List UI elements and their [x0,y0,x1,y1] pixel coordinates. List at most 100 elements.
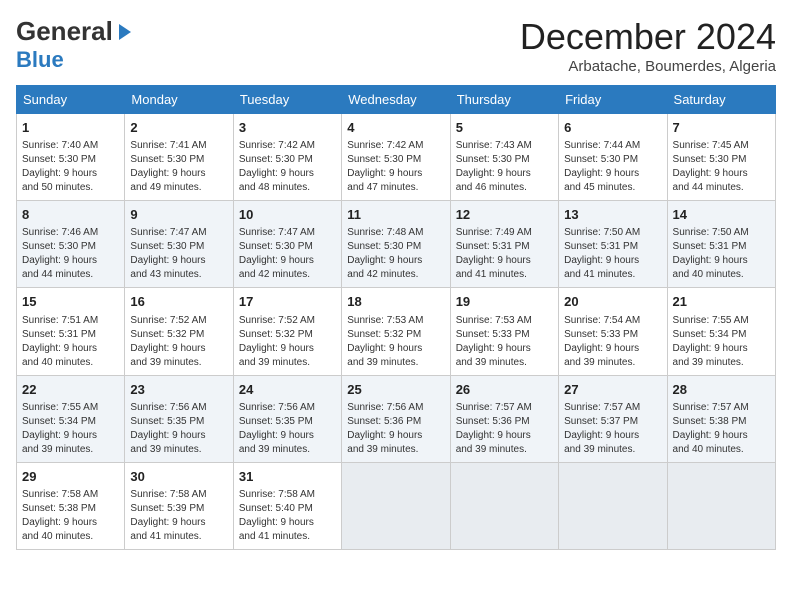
day-info: Sunrise: 7:58 AM Sunset: 5:38 PM Dayligh… [22,488,119,544]
day-info: Sunrise: 7:47 AM Sunset: 5:30 PM Dayligh… [239,226,336,282]
day-number: 25 [347,381,444,399]
day-info: Sunrise: 7:42 AM Sunset: 5:30 PM Dayligh… [239,139,336,195]
day-number: 18 [347,293,444,311]
calendar-cell: 30Sunrise: 7:58 AM Sunset: 5:39 PM Dayli… [125,462,233,549]
day-info: Sunrise: 7:57 AM Sunset: 5:38 PM Dayligh… [673,401,770,457]
calendar-cell: 5Sunrise: 7:43 AM Sunset: 5:30 PM Daylig… [450,114,558,201]
day-number: 12 [456,206,553,224]
calendar-cell [559,462,667,549]
calendar-cell: 21 Sunrise: 7:55 AM Sunset: 5:34 PM Dayli… [667,288,775,375]
day-number: 21 [673,293,770,311]
day-number: 27 [564,381,661,399]
day-info: Sunrise: 7:40 AM Sunset: 5:30 PM Dayligh… [22,139,119,195]
calendar-cell: 28Sunrise: 7:57 AM Sunset: 5:38 PM Dayli… [667,375,775,462]
calendar-week-row: 29 Sunrise: 7:58 AM Sunset: 5:38 PM Dayli… [17,462,776,549]
calendar-cell: 2 Sunrise: 7:41 AM Sunset: 5:30 PM Daylig… [125,114,233,201]
calendar-cell: 7 Sunrise: 7:45 AM Sunset: 5:30 PM Daylig… [667,114,775,201]
day-info: Sunrise: 7:56 AM Sunset: 5:36 PM Dayligh… [347,401,444,457]
day-info: Sunrise: 7:55 AM Sunset: 5:34 PM Dayligh… [673,314,770,370]
day-number: 1 [22,119,119,137]
day-number: 30 [130,468,227,486]
day-number: 13 [564,206,661,224]
day-info: Sunrise: 7:53 AM Sunset: 5:33 PM Dayligh… [456,314,553,370]
day-info: Sunrise: 7:48 AM Sunset: 5:30 PM Dayligh… [347,226,444,282]
calendar-cell: 1 Sunrise: 7:40 AM Sunset: 5:30 PM Daylig… [17,114,125,201]
calendar-week-row: 22 Sunrise: 7:55 AM Sunset: 5:34 PM Dayli… [17,375,776,462]
day-info: Sunrise: 7:55 AM Sunset: 5:34 PM Dayligh… [22,401,119,457]
column-header-friday: Friday [559,86,667,114]
calendar-cell: 16 Sunrise: 7:52 AM Sunset: 5:32 PM Dayli… [125,288,233,375]
calendar-cell: 4 Sunrise: 7:42 AM Sunset: 5:30 PM Daylig… [342,114,450,201]
day-number: 26 [456,381,553,399]
column-header-monday: Monday [125,86,233,114]
day-number: 9 [130,206,227,224]
calendar-week-row: 15 Sunrise: 7:51 AM Sunset: 5:31 PM Dayli… [17,288,776,375]
calendar-cell: 23 Sunrise: 7:56 AM Sunset: 5:35 PM Dayli… [125,375,233,462]
calendar-cell: 9 Sunrise: 7:47 AM Sunset: 5:30 PM Daylig… [125,201,233,288]
calendar-cell: 8Sunrise: 7:46 AM Sunset: 5:30 PM Daylig… [17,201,125,288]
day-number: 3 [239,119,336,137]
calendar-cell: 18Sunrise: 7:53 AM Sunset: 5:32 PM Dayli… [342,288,450,375]
calendar-cell: 10 Sunrise: 7:47 AM Sunset: 5:30 PM Dayli… [233,201,341,288]
calendar-cell: 14 Sunrise: 7:50 AM Sunset: 5:31 PM Dayli… [667,201,775,288]
calendar-cell: 6Sunrise: 7:44 AM Sunset: 5:30 PM Daylig… [559,114,667,201]
day-info: Sunrise: 7:51 AM Sunset: 5:31 PM Dayligh… [22,314,119,370]
calendar-table: SundayMondayTuesdayWednesdayThursdayFrid… [16,85,776,550]
day-info: Sunrise: 7:50 AM Sunset: 5:31 PM Dayligh… [564,226,661,282]
day-number: 10 [239,206,336,224]
calendar-cell: 27Sunrise: 7:57 AM Sunset: 5:37 PM Dayli… [559,375,667,462]
day-info: Sunrise: 7:44 AM Sunset: 5:30 PM Dayligh… [564,139,661,195]
calendar-week-row: 1 Sunrise: 7:40 AM Sunset: 5:30 PM Daylig… [17,114,776,201]
day-number: 29 [22,468,119,486]
calendar-cell: 17Sunrise: 7:52 AM Sunset: 5:32 PM Dayli… [233,288,341,375]
day-info: Sunrise: 7:46 AM Sunset: 5:30 PM Dayligh… [22,226,119,282]
calendar-cell [342,462,450,549]
calendar-header-row: SundayMondayTuesdayWednesdayThursdayFrid… [17,86,776,114]
day-info: Sunrise: 7:41 AM Sunset: 5:30 PM Dayligh… [130,139,227,195]
day-number: 22 [22,381,119,399]
calendar-cell: 31Sunrise: 7:58 AM Sunset: 5:40 PM Dayli… [233,462,341,549]
day-number: 19 [456,293,553,311]
column-header-saturday: Saturday [667,86,775,114]
day-info: Sunrise: 7:49 AM Sunset: 5:31 PM Dayligh… [456,226,553,282]
day-number: 7 [673,119,770,137]
day-info: Sunrise: 7:43 AM Sunset: 5:30 PM Dayligh… [456,139,553,195]
day-number: 23 [130,381,227,399]
column-header-sunday: Sunday [17,86,125,114]
day-number: 11 [347,206,444,224]
day-number: 24 [239,381,336,399]
day-info: Sunrise: 7:56 AM Sunset: 5:35 PM Dayligh… [130,401,227,457]
day-info: Sunrise: 7:56 AM Sunset: 5:35 PM Dayligh… [239,401,336,457]
calendar-cell: 13 Sunrise: 7:50 AM Sunset: 5:31 PM Dayli… [559,201,667,288]
day-info: Sunrise: 7:47 AM Sunset: 5:30 PM Dayligh… [130,226,227,282]
day-info: Sunrise: 7:42 AM Sunset: 5:30 PM Dayligh… [347,139,444,195]
calendar-week-row: 8Sunrise: 7:46 AM Sunset: 5:30 PM Daylig… [17,201,776,288]
column-header-wednesday: Wednesday [342,86,450,114]
logo-arrow-icon [119,24,131,40]
day-number: 2 [130,119,227,137]
calendar-cell: 29 Sunrise: 7:58 AM Sunset: 5:38 PM Dayli… [17,462,125,549]
calendar-cell: 11 Sunrise: 7:48 AM Sunset: 5:30 PM Dayli… [342,201,450,288]
calendar-cell: 22 Sunrise: 7:55 AM Sunset: 5:34 PM Dayli… [17,375,125,462]
column-header-thursday: Thursday [450,86,558,114]
day-info: Sunrise: 7:50 AM Sunset: 5:31 PM Dayligh… [673,226,770,282]
page-header: General Blue December 2024 Arbatache, Bo… [16,16,776,75]
title-block: December 2024 Arbatache, Boumerdes, Alge… [520,16,776,75]
day-number: 4 [347,119,444,137]
day-info: Sunrise: 7:45 AM Sunset: 5:30 PM Dayligh… [673,139,770,195]
calendar-cell [667,462,775,549]
calendar-cell: 19 Sunrise: 7:53 AM Sunset: 5:33 PM Dayli… [450,288,558,375]
calendar-cell: 15 Sunrise: 7:51 AM Sunset: 5:31 PM Dayli… [17,288,125,375]
day-info: Sunrise: 7:57 AM Sunset: 5:36 PM Dayligh… [456,401,553,457]
day-info: Sunrise: 7:54 AM Sunset: 5:33 PM Dayligh… [564,314,661,370]
day-number: 16 [130,293,227,311]
logo-general: General [16,16,113,47]
day-number: 14 [673,206,770,224]
calendar-cell: 25 Sunrise: 7:56 AM Sunset: 5:36 PM Dayli… [342,375,450,462]
day-info: Sunrise: 7:52 AM Sunset: 5:32 PM Dayligh… [130,314,227,370]
calendar-cell: 20 Sunrise: 7:54 AM Sunset: 5:33 PM Dayli… [559,288,667,375]
day-number: 15 [22,293,119,311]
day-number: 20 [564,293,661,311]
calendar-cell: 12 Sunrise: 7:49 AM Sunset: 5:31 PM Dayli… [450,201,558,288]
calendar-cell: 3 Sunrise: 7:42 AM Sunset: 5:30 PM Daylig… [233,114,341,201]
